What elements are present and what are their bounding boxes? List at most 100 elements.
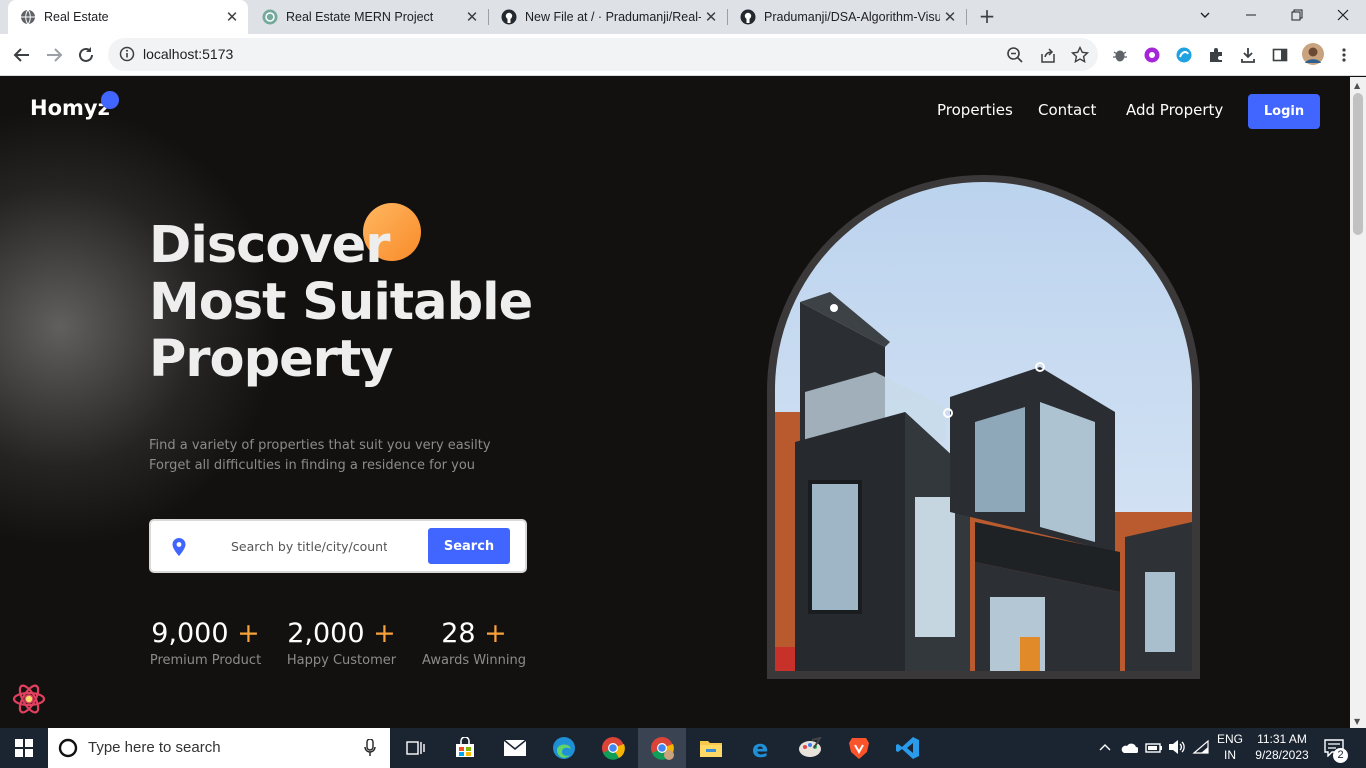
location-pin-icon xyxy=(169,537,189,557)
tab-title: Pradumanji/DSA-Algorithm-Visu xyxy=(764,10,940,24)
edge-icon[interactable] xyxy=(540,728,588,768)
stat-label: Awards Winning xyxy=(422,653,526,668)
restore-button[interactable] xyxy=(1274,0,1320,30)
extensions-puzzle-icon[interactable] xyxy=(1207,46,1225,64)
minimize-button[interactable] xyxy=(1228,0,1274,30)
volume-icon[interactable] xyxy=(1168,739,1186,759)
language-code: ENG xyxy=(1216,732,1243,746)
taskbar-search-box[interactable]: Type here to search xyxy=(48,728,390,768)
profile-avatar[interactable] xyxy=(1302,43,1324,65)
close-icon[interactable]: ✕ xyxy=(222,8,242,26)
share-icon[interactable] xyxy=(1039,46,1057,64)
hero-title: Discover Most Suitable Property xyxy=(149,217,569,388)
nav-link-properties[interactable]: Properties xyxy=(937,101,1013,119)
nav-link-add-property[interactable]: Add Property xyxy=(1126,101,1223,119)
tab-github-new-file[interactable]: New File at / · Pradumanji/Real-E ✕ xyxy=(489,0,727,34)
forward-button[interactable] xyxy=(42,43,66,67)
scroll-down-arrow-icon[interactable]: ▼ xyxy=(1354,717,1360,726)
show-hidden-icons-chevron[interactable] xyxy=(1098,740,1112,759)
task-view-icon[interactable] xyxy=(392,728,440,768)
mail-icon[interactable] xyxy=(491,728,539,768)
hero-description-line: Find a variety of properties that suit y… xyxy=(149,438,491,453)
microphone-icon[interactable] xyxy=(364,738,376,761)
onedrive-icon[interactable] xyxy=(1120,740,1139,759)
language-indicator[interactable]: ENG IN xyxy=(1214,732,1246,762)
bookmark-star-icon[interactable] xyxy=(1070,45,1090,64)
tab-mern-project[interactable]: Real Estate MERN Project ✕ xyxy=(250,0,488,34)
bug-extension-icon[interactable] xyxy=(1111,46,1129,64)
page-scrollbar[interactable]: ▲ ▼ xyxy=(1350,77,1366,728)
react-devtools-icon[interactable] xyxy=(11,681,47,717)
scrollbar-thumb[interactable] xyxy=(1353,93,1363,235)
microsoft-store-icon[interactable] xyxy=(441,728,489,768)
info-icon[interactable] xyxy=(119,46,135,62)
tab-search-chevron-icon[interactable] xyxy=(1182,0,1228,30)
file-explorer-icon[interactable] xyxy=(687,728,735,768)
download-icon[interactable] xyxy=(1239,46,1257,64)
stat-value: 2,000 + xyxy=(286,618,397,649)
back-button[interactable] xyxy=(10,43,34,67)
battery-icon[interactable] xyxy=(1145,740,1163,759)
side-panel-icon[interactable] xyxy=(1271,46,1289,64)
site-logo[interactable]: Homyz xyxy=(30,96,110,120)
hero-description-line: Forget all difficulties in finding a res… xyxy=(149,458,476,473)
chrome-profile-icon[interactable] xyxy=(638,728,686,768)
url-text: localhost:5173 xyxy=(143,46,234,62)
close-window-button[interactable] xyxy=(1320,0,1366,30)
vscode-icon[interactable] xyxy=(884,728,932,768)
wifi-icon[interactable] xyxy=(1192,739,1210,759)
hero-description: Find a variety of properties that suit y… xyxy=(149,436,491,476)
scroll-up-arrow-icon[interactable]: ▲ xyxy=(1354,81,1360,90)
stat-plus: + xyxy=(484,618,507,649)
windows-start-button[interactable] xyxy=(0,728,48,768)
browser-toolbar: localhost:5173 xyxy=(0,34,1366,76)
tab-real-estate[interactable]: Real Estate ✕ xyxy=(8,0,248,34)
stat-plus: + xyxy=(373,618,396,649)
stat-awards-winning: 28 + Awards Winning xyxy=(421,618,527,668)
tab-github-dsa[interactable]: Pradumanji/DSA-Algorithm-Visu ✕ xyxy=(728,0,966,34)
reload-button[interactable] xyxy=(74,43,98,67)
taskbar-search-placeholder: Type here to search xyxy=(88,739,221,756)
search-bar: Search xyxy=(149,519,527,573)
new-tab-button[interactable]: + xyxy=(976,5,998,27)
notification-count-badge: 2 xyxy=(1333,748,1348,763)
clock-time: 11:31 AM xyxy=(1257,732,1307,746)
github-icon xyxy=(501,9,517,25)
stat-value: 9,000 + xyxy=(149,618,262,649)
zoom-icon[interactable] xyxy=(1006,46,1024,64)
stat-number: 2,000 xyxy=(287,618,365,649)
chatgpt-icon xyxy=(262,9,278,25)
paint-icon[interactable] xyxy=(786,728,834,768)
tab-title: Real Estate MERN Project xyxy=(286,10,434,24)
close-icon[interactable]: ✕ xyxy=(940,8,960,26)
login-button[interactable]: Login xyxy=(1248,94,1320,129)
tab-separator xyxy=(966,9,967,25)
region-code: IN xyxy=(1224,748,1236,762)
clock-date: 9/28/2023 xyxy=(1255,748,1309,762)
stat-premium-product: 9,000 + Premium Product xyxy=(149,618,262,668)
internet-explorer-icon[interactable]: e xyxy=(737,728,785,768)
stat-number: 9,000 xyxy=(151,618,229,649)
github-icon xyxy=(740,9,756,25)
teal-extension-icon[interactable] xyxy=(1175,46,1193,64)
building-image xyxy=(775,182,1192,671)
search-input[interactable] xyxy=(231,534,387,558)
svg-text:e: e xyxy=(752,736,768,760)
tab-title: New File at / · Pradumanji/Real-E xyxy=(525,10,701,24)
stat-label: Premium Product xyxy=(149,653,262,668)
hero-image-frame xyxy=(767,175,1200,679)
clock[interactable]: 11:31 AM 9/28/2023 xyxy=(1250,732,1314,762)
stat-number: 28 xyxy=(441,618,476,649)
logo-accent-dot xyxy=(101,91,119,109)
address-bar[interactable]: localhost:5173 xyxy=(108,38,1098,71)
cortana-icon xyxy=(58,738,78,762)
nav-link-contact[interactable]: Contact xyxy=(1038,101,1096,119)
close-icon[interactable]: ✕ xyxy=(462,8,482,26)
search-button[interactable]: Search xyxy=(428,528,510,564)
menu-kebab-icon[interactable] xyxy=(1335,46,1353,64)
close-icon[interactable]: ✕ xyxy=(701,8,721,26)
brave-icon[interactable] xyxy=(835,728,883,768)
page-viewport: Homyz Properties Contact Add Property Lo… xyxy=(0,77,1350,728)
purple-extension-icon[interactable] xyxy=(1143,46,1161,64)
chrome-icon[interactable] xyxy=(589,728,637,768)
